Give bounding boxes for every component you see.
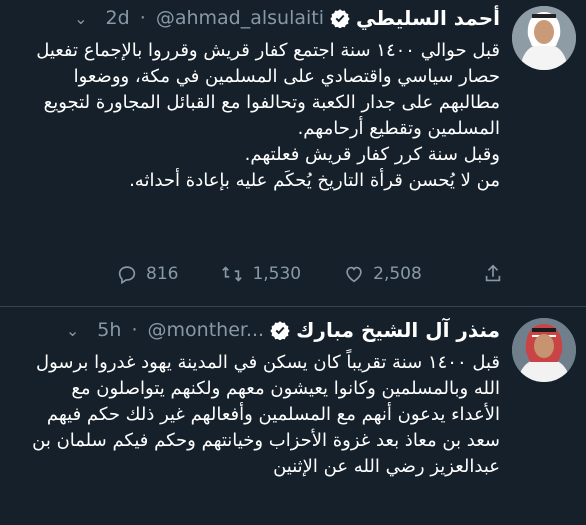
tweet-actions: 816 1,530 2,508	[116, 263, 554, 285]
retweet-count: 1,530	[252, 264, 302, 284]
handle[interactable]: @ahmad_alsulaiti	[156, 7, 324, 29]
reply-icon	[118, 266, 136, 285]
chevron-down-icon[interactable]: ⌄	[74, 9, 87, 28]
verified-icon	[330, 9, 350, 28]
tweet-2[interactable]: ⌄ 5h · @monther... منذر آل الشيخ مبارك ق…	[0, 308, 586, 525]
verified-icon	[270, 321, 290, 340]
separator-dot: ·	[131, 319, 138, 341]
separator-dot: ·	[139, 7, 146, 29]
retweet-button[interactable]: 1,530	[220, 263, 301, 285]
handle[interactable]: @monther...	[148, 319, 265, 341]
meta: 5h · @monther...	[97, 319, 264, 341]
tweet-header: ⌄ 2d · @ahmad_alsulaiti أحمد السليطي	[74, 4, 500, 32]
meta: 2d · @ahmad_alsulaiti	[106, 7, 325, 29]
like-icon	[346, 266, 362, 283]
like-count: 2,508	[373, 264, 422, 284]
tweet-text: قبل ١٤٠٠ سنة تقريباً كان يسكن في المدينة…	[32, 352, 500, 477]
reply-count: 816	[146, 264, 179, 284]
avatar[interactable]	[512, 6, 576, 70]
tweet-1[interactable]: ⌄ 2d · @ahmad_alsulaiti أحمد السليطي قبل…	[0, 0, 586, 307]
retweet-icon	[222, 266, 243, 282]
display-name[interactable]: أحمد السليطي	[356, 6, 500, 30]
share-button[interactable]	[482, 263, 512, 285]
avatar[interactable]	[512, 318, 576, 382]
tweet-header: ⌄ 5h · @monther... منذر آل الشيخ مبارك	[66, 316, 500, 344]
like-button[interactable]: 2,508	[343, 263, 422, 285]
tweet-text: قبل حوالي ١٤٠٠ سنة اجتمع كفار قريش وقررو…	[36, 40, 500, 191]
divider	[0, 306, 586, 307]
time[interactable]: 5h	[97, 319, 121, 341]
share-icon	[485, 264, 501, 282]
chevron-down-icon[interactable]: ⌄	[66, 321, 79, 340]
reply-button[interactable]: 816	[116, 263, 178, 285]
display-name[interactable]: منذر آل الشيخ مبارك	[296, 318, 500, 342]
time[interactable]: 2d	[106, 7, 130, 29]
